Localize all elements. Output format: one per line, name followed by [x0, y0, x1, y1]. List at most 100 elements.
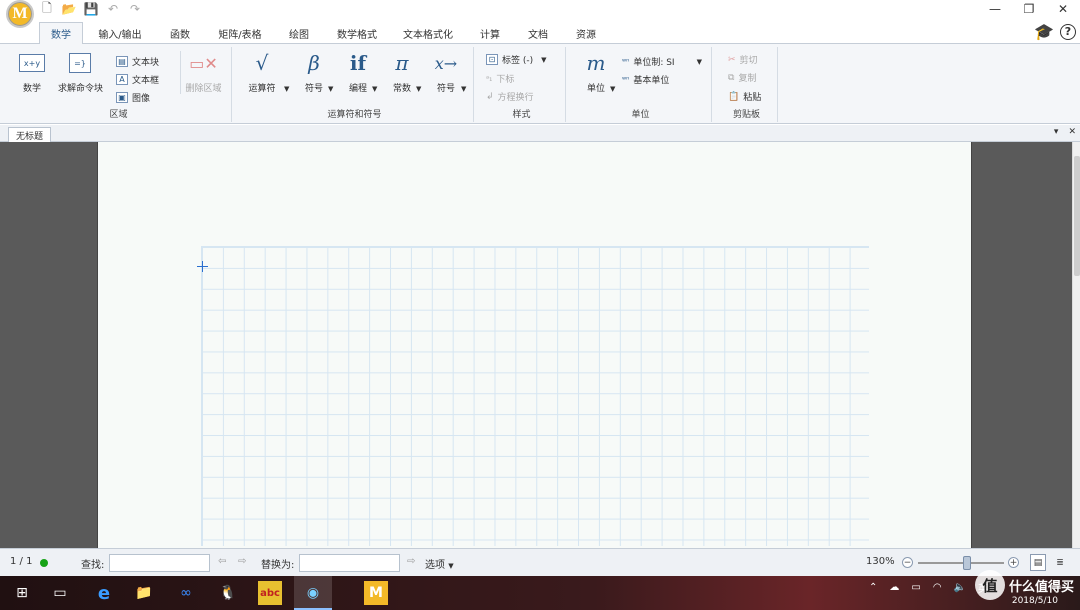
subscript-button[interactable]: ᵃ₁ 下标 — [486, 72, 514, 85]
resources-cap-icon[interactable]: 🎓 — [1034, 22, 1054, 41]
file-explorer-icon[interactable]: 📁 — [132, 581, 156, 605]
symbolics-dropdown-icon[interactable]: ▼ — [461, 85, 466, 93]
replace-icon[interactable]: ⇨ — [407, 556, 415, 567]
network-icon[interactable]: ▭ — [911, 582, 920, 593]
symbolic-arrow-icon: x→ — [434, 53, 458, 73]
solve-block-icon: =} — [69, 53, 91, 73]
status-bar: 1 / 1 查找: ⇦ ⇨ 替换为: ⇨ 选项 ▼ 130% − + ▤ ≣ — [0, 548, 1080, 576]
find-input[interactable] — [109, 554, 210, 572]
tab-matrix-table[interactable]: 矩阵/表格 — [210, 22, 270, 44]
open-folder-icon[interactable]: 📂 — [62, 2, 77, 16]
save-icon[interactable]: 💾 — [84, 2, 99, 16]
worksheet-grid[interactable] — [201, 246, 869, 546]
base-units-button[interactable]: ʷⁿ 基本单位 — [622, 73, 669, 86]
beta-icon: β — [308, 51, 320, 75]
zoom-slider-track[interactable] — [918, 562, 1004, 564]
tab-functions[interactable]: 函数 — [160, 22, 200, 44]
restore-button[interactable]: ❐ — [1012, 0, 1046, 18]
windows-start-icon[interactable]: ⊞ — [10, 581, 34, 605]
vertical-scrollbar[interactable] — [1072, 142, 1080, 548]
equation-wrap-button[interactable]: ↲ 方程换行 — [486, 90, 534, 104]
zoom-slider-thumb[interactable] — [963, 556, 971, 570]
solve-block-button[interactable]: =} 求解命令块 — [58, 51, 103, 94]
tab-calculate[interactable]: 计算 — [470, 22, 510, 44]
text-block-button[interactable]: ▤ 文本块 — [116, 55, 159, 68]
group-clipboard: ✂ 剪切 ⧉ 复制 📋 粘贴 剪贴板 — [716, 47, 778, 122]
unit-m-icon: m — [586, 51, 606, 75]
abc-app-icon[interactable]: abc — [258, 581, 282, 605]
wifi-icon[interactable]: ◠ — [933, 582, 942, 593]
mathcad-logo-button[interactable]: M — [6, 0, 34, 28]
ribbon-panel: x+y 数学 =} 求解命令块 ▤ 文本块 A 文本框 ▣ 图像 ▭✕ 删除区域 区域… — [0, 44, 1080, 124]
symbolics-button[interactable]: x→ 符号 — [426, 51, 466, 95]
redo-icon[interactable]: ↷ — [128, 2, 142, 16]
unit-dropdown-icon[interactable]: ▼ — [610, 85, 615, 93]
copy-button[interactable]: ⧉ 复制 — [728, 71, 756, 85]
task-view-icon[interactable]: ▭ — [48, 581, 72, 605]
browser-app-icon[interactable]: ◉ — [301, 581, 325, 605]
windows-taskbar: ⊞ ▭ e 📁 ∞ 🐧 abc ◉ M ⌃ ☁ ▭ ◠ 🔈 英 2018/5/1… — [0, 576, 1080, 610]
vertical-scroll-thumb[interactable] — [1074, 156, 1080, 276]
tag-dropdown[interactable]: ⊡ 标签 (-) ▼ — [486, 53, 547, 66]
tab-document[interactable]: 文档 — [518, 22, 558, 44]
find-previous-icon[interactable]: ⇦ — [218, 556, 226, 567]
page-view-icon[interactable]: ▤ — [1030, 554, 1046, 571]
tab-resources[interactable]: 资源 — [566, 22, 606, 44]
text-box-icon: A — [116, 74, 128, 85]
replace-input[interactable] — [299, 554, 400, 572]
delete-region-button[interactable]: ▭✕ 删除区域 — [180, 51, 226, 94]
undo-icon[interactable]: ↶ — [106, 2, 120, 16]
symbols-dropdown-icon[interactable]: ▼ — [328, 85, 333, 93]
tab-input-output[interactable]: 输入/输出 — [90, 22, 150, 44]
find-next-icon[interactable]: ⇨ — [238, 556, 246, 567]
title-bar: M 🗋 📂 💾 ↶ ↷ — ❐ ✕ — [0, 0, 1080, 28]
close-button[interactable]: ✕ — [1046, 0, 1080, 18]
qq-icon[interactable]: 🐧 — [216, 581, 240, 605]
ribbon-tabs: 数学 输入/输出 函数 矩阵/表格 绘图 数学格式 文本格式化 计算 文档 资源… — [0, 20, 1080, 44]
base-units-icon: ʷⁿ — [622, 75, 630, 84]
insertion-cursor-icon — [197, 261, 208, 272]
edge-icon[interactable]: e — [92, 581, 116, 605]
watermark-logo-icon: 值 — [974, 570, 1005, 600]
operators-dropdown-icon[interactable]: ▼ — [284, 85, 289, 93]
programming-dropdown-icon[interactable]: ▼ — [372, 85, 377, 93]
mathcad-icon[interactable]: M — [364, 581, 388, 605]
text-box-button[interactable]: A 文本框 — [116, 73, 159, 86]
tab-text-format[interactable]: 文本格式化 — [396, 22, 460, 44]
image-button[interactable]: ▣ 图像 — [116, 91, 150, 104]
operators-button[interactable]: √ 运算符 — [242, 51, 282, 94]
options-dropdown[interactable]: 选项 ▼ — [425, 556, 454, 571]
calculation-status-icon — [40, 559, 48, 567]
zoom-out-icon[interactable]: − — [902, 557, 913, 568]
paste-icon: 📋 — [728, 91, 740, 102]
paste-button[interactable]: 📋 粘贴 — [728, 90, 761, 104]
tab-math[interactable]: 数学 — [39, 22, 83, 44]
worksheet-area[interactable] — [0, 142, 1072, 548]
page-indicator: 1 / 1 — [10, 556, 33, 567]
new-doc-icon[interactable]: 🗋 — [40, 1, 54, 16]
document-tab[interactable]: 无标题 — [8, 127, 52, 142]
tray-expand-icon[interactable]: ⌃ — [869, 582, 877, 593]
constants-dropdown-icon[interactable]: ▼ — [416, 85, 421, 93]
unit-system-icon: ʷⁿ — [622, 57, 630, 66]
worksheet-page[interactable] — [97, 142, 972, 548]
baidu-netdisk-icon[interactable]: ∞ — [174, 581, 198, 605]
onedrive-icon[interactable]: ☁ — [889, 582, 899, 593]
zoom-in-icon[interactable]: + — [1008, 557, 1019, 568]
draft-view-icon[interactable]: ≣ — [1052, 554, 1068, 571]
help-icon[interactable]: ? — [1060, 23, 1076, 40]
document-tab-controls: ▾ ✕ — [1054, 127, 1076, 137]
minimize-button[interactable]: — — [978, 0, 1012, 18]
cut-button[interactable]: ✂ 剪切 — [728, 53, 758, 67]
pi-icon: π — [395, 51, 409, 75]
close-document-icon[interactable]: ✕ — [1068, 127, 1076, 137]
volume-icon[interactable]: 🔈 — [954, 582, 966, 593]
tab-list-dropdown-icon[interactable]: ▾ — [1054, 127, 1059, 137]
group-style: ⊡ 标签 (-) ▼ ᵃ₁ 下标 ↲ 方程换行 样式 — [478, 47, 566, 122]
group-region: x+y 数学 =} 求解命令块 ▤ 文本块 A 文本框 ▣ 图像 ▭✕ 删除区域 区域 — [6, 47, 232, 122]
tab-plot[interactable]: 绘图 — [280, 22, 318, 44]
unit-system-dropdown[interactable]: ʷⁿ 单位制: SI ▼ — [622, 55, 702, 68]
math-region-button[interactable]: x+y 数学 — [12, 51, 52, 94]
image-icon: ▣ — [116, 92, 128, 103]
tab-math-format[interactable]: 数学格式 — [328, 22, 386, 44]
